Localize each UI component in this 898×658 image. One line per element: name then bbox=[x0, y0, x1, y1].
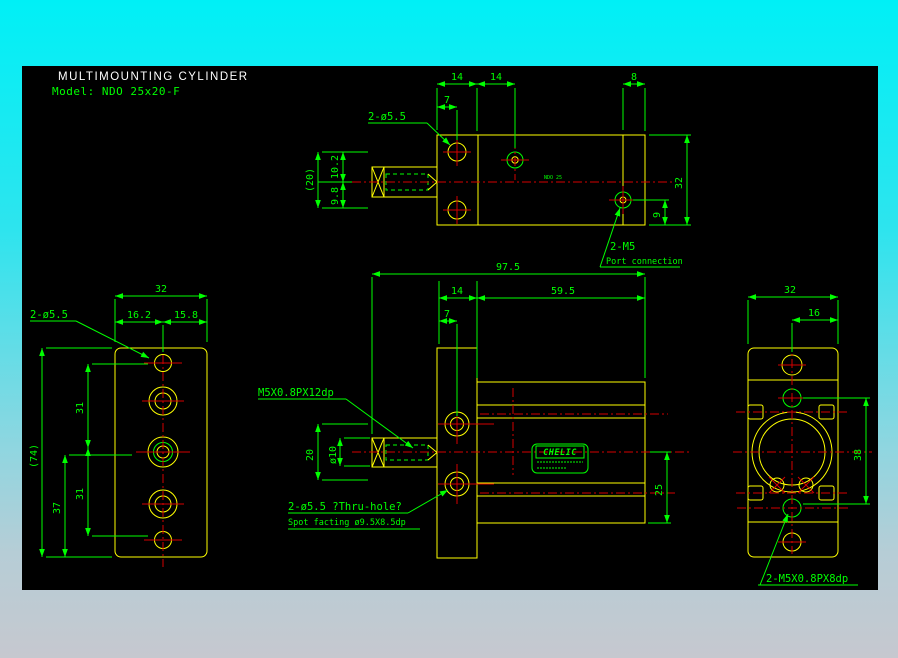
cad-viewer: MULTIMOUNTING CYLINDER Model: NDO 25x20-… bbox=[0, 0, 898, 658]
dim-front-hole-edge: 7 bbox=[444, 309, 450, 320]
dim-top-port-edge: 8 bbox=[631, 72, 637, 83]
dim-front-plate: 14 bbox=[451, 286, 463, 297]
dim-front-rod-dia: ø10 bbox=[328, 446, 339, 464]
dim-right-width: 32 bbox=[784, 285, 796, 296]
dim-top-rod-upper: 10.2 bbox=[330, 155, 341, 179]
label-top-holes: 2-ø5.5 bbox=[368, 111, 406, 123]
dim-top-pitch-a: 14 bbox=[451, 72, 463, 83]
dim-left-left-half: 16.2 bbox=[127, 310, 151, 321]
drawing-title: MULTIMOUNTING CYLINDER bbox=[58, 71, 249, 83]
label-front-spot-face: Spot facting ø9.5X8.5dp bbox=[288, 518, 406, 528]
dim-right-pitch: 38 bbox=[853, 449, 864, 461]
dim-top-pitch-b: 14 bbox=[490, 72, 502, 83]
dim-front-total: 97.5 bbox=[496, 262, 520, 273]
dim-top-port-depth: 9 bbox=[652, 212, 663, 218]
dim-left-lower: 37 bbox=[52, 502, 63, 514]
label-front-thru-hole: 2-ø5.5 ?Thru-hole? bbox=[288, 501, 402, 513]
drawing-sheet: MULTIMOUNTING CYLINDER Model: NDO 25x20-… bbox=[22, 66, 878, 590]
dim-right-half: 16 bbox=[808, 308, 820, 319]
dim-front-port-offset: 25 bbox=[654, 484, 665, 496]
label-top-port: 2-M5 bbox=[610, 241, 635, 253]
dim-top-height: 32 bbox=[674, 177, 685, 189]
dim-left-width: 32 bbox=[155, 284, 167, 295]
dim-top-hole-edge: 7 bbox=[444, 95, 450, 106]
label-top-marking: NDO 25 bbox=[544, 175, 562, 181]
dim-left-right-half: 15.8 bbox=[174, 310, 198, 321]
dim-front-body: 59.5 bbox=[551, 286, 575, 297]
brand-logo-text: CHELIC bbox=[543, 448, 577, 458]
model-label: Model: NDO 25x20-F bbox=[52, 85, 180, 98]
dim-top-rod-lower: 9.8 bbox=[330, 187, 341, 205]
label-top-port-caption: Port connection bbox=[606, 257, 683, 267]
label-front-rod-thread: M5X0.8PX12dp bbox=[258, 387, 334, 399]
dim-top-rod-len: (20) bbox=[305, 168, 316, 192]
dim-left-height: (74) bbox=[29, 444, 40, 468]
label-left-holes: 2-ø5.5 bbox=[30, 309, 68, 321]
dim-front-rod-block: 20 bbox=[305, 449, 316, 461]
label-right-thread: 2-M5X0.8PX8dp bbox=[766, 573, 848, 585]
dim-left-pitch-bottom: 31 bbox=[75, 488, 86, 500]
dim-left-pitch-top: 31 bbox=[75, 402, 86, 414]
